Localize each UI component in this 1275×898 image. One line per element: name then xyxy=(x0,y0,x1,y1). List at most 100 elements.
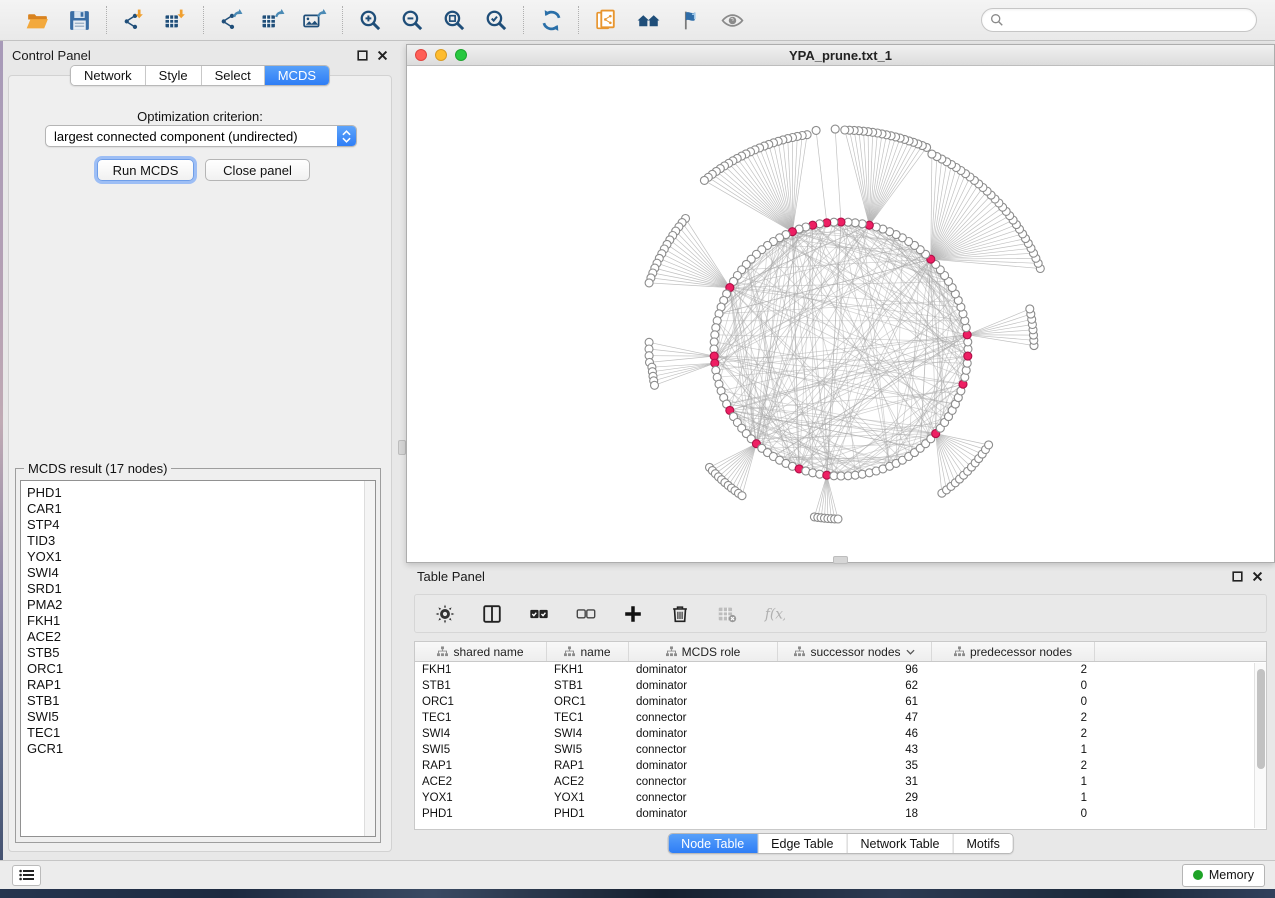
table-row-ACE2[interactable]: ACE2ACE2connector311 xyxy=(415,774,1266,790)
share-document-button[interactable] xyxy=(592,6,620,34)
zoom-fit-button[interactable] xyxy=(440,6,468,34)
table-row-TEC1[interactable]: TEC1TEC1connector472 xyxy=(415,710,1266,726)
sort-desc-icon xyxy=(906,649,915,655)
memory-button[interactable]: Memory xyxy=(1182,864,1265,887)
delete-table-button xyxy=(715,602,739,626)
deselect-all-button[interactable] xyxy=(574,602,598,626)
save-session-icon xyxy=(67,8,92,33)
memory-label: Memory xyxy=(1209,868,1254,882)
import-network-icon xyxy=(122,8,147,33)
mcds-node-item[interactable]: SWI4 xyxy=(27,565,375,581)
column-header-MCDS-role[interactable]: MCDS role xyxy=(629,642,778,661)
cell-MCDS-role: dominator xyxy=(629,760,778,772)
mcds-node-item[interactable]: RAP1 xyxy=(27,677,375,693)
mcds-node-item[interactable]: FKH1 xyxy=(27,613,375,629)
eye-button[interactable] xyxy=(718,6,746,34)
close-panel-icon[interactable] xyxy=(377,50,388,61)
import-network-button[interactable] xyxy=(120,6,148,34)
column-header-predecessor-nodes[interactable]: predecessor nodes xyxy=(932,642,1095,661)
network-overview-button[interactable] xyxy=(634,6,662,34)
table-row-YOX1[interactable]: YOX1YOX1connector291 xyxy=(415,790,1266,806)
mcds-result-groupbox: MCDS result (17 nodes) PHD1CAR1STP4TID3Y… xyxy=(15,468,381,843)
table-row-SWI5[interactable]: SWI5SWI5connector431 xyxy=(415,742,1266,758)
cell-name: TEC1 xyxy=(547,712,629,724)
table-row-PHD1[interactable]: PHD1PHD1dominator180 xyxy=(415,806,1266,822)
mcds-node-item[interactable]: CAR1 xyxy=(27,501,375,517)
column-header-name[interactable]: name xyxy=(547,642,629,661)
table-tab-node-table[interactable]: Node Table xyxy=(668,834,758,853)
horizontal-split-handle[interactable] xyxy=(833,556,848,564)
tab-select[interactable]: Select xyxy=(202,66,265,85)
table-row-ORC1[interactable]: ORC1ORC1dominator610 xyxy=(415,694,1266,710)
run-mcds-button[interactable]: Run MCDS xyxy=(97,159,194,181)
export-table-button[interactable] xyxy=(259,6,287,34)
export-network-button[interactable] xyxy=(217,6,245,34)
mcds-node-item[interactable]: TEC1 xyxy=(27,725,375,741)
mcds-node-item[interactable]: ORC1 xyxy=(27,661,375,677)
tab-style[interactable]: Style xyxy=(146,66,202,85)
table-row-RAP1[interactable]: RAP1RAP1dominator352 xyxy=(415,758,1266,774)
table-row-FKH1[interactable]: FKH1FKH1dominator962 xyxy=(415,662,1266,678)
criterion-select[interactable]: largest connected component (undirected) xyxy=(45,125,357,147)
search-input[interactable] xyxy=(1009,13,1248,27)
tab-network[interactable]: Network xyxy=(71,66,146,85)
export-table-icon xyxy=(261,8,286,33)
mcds-node-item[interactable]: GCR1 xyxy=(27,741,375,757)
task-history-button[interactable] xyxy=(12,865,41,886)
mcds-node-item[interactable]: ACE2 xyxy=(27,629,375,645)
cell-MCDS-role: connector xyxy=(629,792,778,804)
mcds-node-item[interactable]: YOX1 xyxy=(27,549,375,565)
column-header-shared-name[interactable]: shared name xyxy=(415,642,547,661)
gear-button[interactable] xyxy=(433,602,457,626)
table-row-STB1[interactable]: STB1STB1dominator620 xyxy=(415,678,1266,694)
table-tab-network-table[interactable]: Network Table xyxy=(848,834,954,853)
cell-predecessor-nodes: 2 xyxy=(932,760,1095,772)
cell-predecessor-nodes: 0 xyxy=(932,680,1095,692)
cell-successor-nodes: 43 xyxy=(778,744,932,756)
mcds-node-item[interactable]: PMA2 xyxy=(27,597,375,613)
table-body: FKH1FKH1dominator962STB1STB1dominator620… xyxy=(415,662,1266,822)
cell-shared-name: SWI5 xyxy=(415,744,547,756)
delete-column-button[interactable] xyxy=(668,602,692,626)
close-panel-button[interactable]: Close panel xyxy=(205,159,310,181)
split-view-button[interactable] xyxy=(480,602,504,626)
mcds-node-item[interactable]: STB1 xyxy=(27,693,375,709)
network-canvas[interactable] xyxy=(407,66,1274,562)
search-box[interactable] xyxy=(981,8,1257,32)
table-header-row: shared namenameMCDS rolesuccessor nodesp… xyxy=(415,642,1266,662)
import-table-button[interactable] xyxy=(162,6,190,34)
table-tab-motifs[interactable]: Motifs xyxy=(953,834,1012,853)
flag-button[interactable] xyxy=(676,6,704,34)
open-file-button[interactable] xyxy=(23,6,51,34)
export-image-button[interactable] xyxy=(301,6,329,34)
mcds-node-item[interactable]: STP4 xyxy=(27,517,375,533)
add-column-button[interactable] xyxy=(621,602,645,626)
mcds-node-item[interactable]: PHD1 xyxy=(27,485,375,501)
column-header-successor-nodes[interactable]: successor nodes xyxy=(778,642,932,661)
table-scrollbar-thumb[interactable] xyxy=(1257,669,1265,769)
cell-shared-name: SWI4 xyxy=(415,728,547,740)
zoom-out-button[interactable] xyxy=(398,6,426,34)
mcds-node-item[interactable]: SRD1 xyxy=(27,581,375,597)
tab-mcds[interactable]: MCDS xyxy=(265,66,329,85)
table-tab-edge-table[interactable]: Edge Table xyxy=(758,834,847,853)
cell-shared-name: ACE2 xyxy=(415,776,547,788)
table-row-SWI4[interactable]: SWI4SWI4dominator462 xyxy=(415,726,1266,742)
mcds-node-item[interactable]: SWI5 xyxy=(27,709,375,725)
float-table-panel-icon[interactable] xyxy=(1232,571,1243,582)
cell-predecessor-nodes: 2 xyxy=(932,728,1095,740)
save-session-button[interactable] xyxy=(65,6,93,34)
mcds-list-scrollbar[interactable] xyxy=(364,481,375,836)
zoom-in-button[interactable] xyxy=(356,6,384,34)
mcds-result-list[interactable]: PHD1CAR1STP4TID3YOX1SWI4SRD1PMA2FKH1ACE2… xyxy=(20,480,376,837)
mcds-node-item[interactable]: STB5 xyxy=(27,645,375,661)
vertical-split-handle[interactable] xyxy=(398,440,406,455)
close-table-panel-icon[interactable] xyxy=(1252,571,1263,582)
delete-column-icon xyxy=(669,603,691,625)
float-panel-icon[interactable] xyxy=(357,50,368,61)
zoom-selected-button[interactable] xyxy=(482,6,510,34)
mcds-node-item[interactable]: TID3 xyxy=(27,533,375,549)
table-scrollbar[interactable] xyxy=(1254,663,1266,828)
select-all-button[interactable] xyxy=(527,602,551,626)
refresh-button[interactable] xyxy=(537,6,565,34)
